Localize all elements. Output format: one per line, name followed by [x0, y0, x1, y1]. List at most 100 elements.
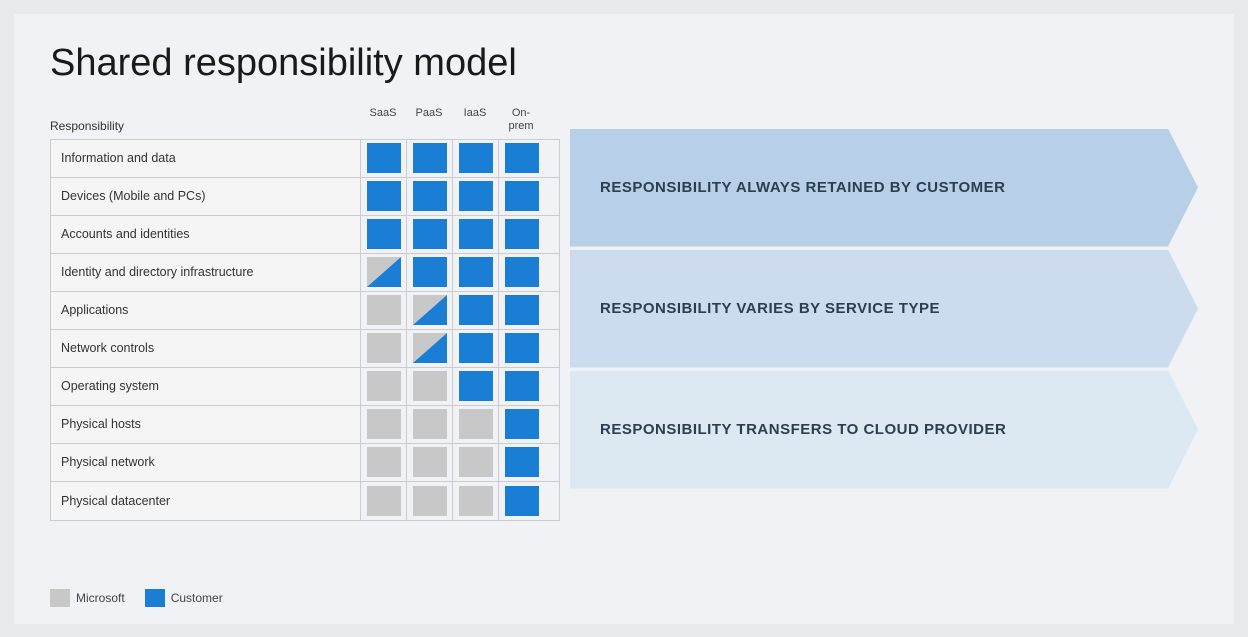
- cell-inner-blue: [459, 257, 493, 287]
- arrows-area: RESPONSIBILITY ALWAYS RETAINED BY CUSTOM…: [570, 129, 1198, 509]
- table-area: Responsibility SaaS PaaS IaaS On-prem In…: [50, 107, 560, 577]
- row-label: Physical hosts: [51, 406, 361, 443]
- cell: [499, 330, 545, 367]
- legend: Microsoft Customer: [50, 589, 1198, 607]
- col-header-iaas: IaaS: [452, 107, 498, 133]
- cell: [453, 330, 499, 367]
- cell: [407, 368, 453, 405]
- table-row: Physical hosts: [51, 406, 559, 444]
- cell-inner-blue: [505, 409, 539, 439]
- row-label: Applications: [51, 292, 361, 329]
- cell-inner-blue: [413, 219, 447, 249]
- cell-inner-blue: [505, 447, 539, 477]
- cell-inner-blue: [459, 181, 493, 211]
- cell-inner-gray: [367, 295, 401, 325]
- slide-title: Shared responsibility model: [50, 42, 1198, 85]
- cell: [453, 254, 499, 291]
- legend-microsoft-label: Microsoft: [76, 591, 125, 605]
- cell-inner-blue: [505, 295, 539, 325]
- cell-inner-half: [367, 257, 401, 287]
- cell-inner-gray: [459, 409, 493, 439]
- cell: [407, 292, 453, 329]
- slide: Shared responsibility model Responsibili…: [14, 14, 1234, 624]
- arrow-always-customer: RESPONSIBILITY ALWAYS RETAINED BY CUSTOM…: [570, 129, 1198, 247]
- row-label: Operating system: [51, 368, 361, 405]
- cell: [499, 482, 545, 520]
- arrow-always-customer-text: RESPONSIBILITY ALWAYS RETAINED BY CUSTOM…: [600, 179, 1006, 196]
- col-header-paas: PaaS: [406, 107, 452, 133]
- cell-inner-gray: [459, 486, 493, 516]
- cell: [453, 406, 499, 443]
- cell-inner-gray: [413, 409, 447, 439]
- row-label: Accounts and identities: [51, 216, 361, 253]
- cell-inner-gray: [413, 486, 447, 516]
- legend-microsoft: Microsoft: [50, 589, 125, 607]
- row-label-header: Responsibility: [50, 119, 360, 133]
- cell: [407, 482, 453, 520]
- cell-inner-blue: [367, 143, 401, 173]
- table-row: Physical datacenter: [51, 482, 559, 520]
- table-header: Responsibility SaaS PaaS IaaS On-prem: [50, 107, 560, 137]
- cell: [361, 178, 407, 215]
- cell: [361, 140, 407, 177]
- row-cells: [361, 140, 557, 177]
- cell: [453, 482, 499, 520]
- cell-inner-blue: [505, 181, 539, 211]
- cell: [407, 216, 453, 253]
- table-row: Accounts and identities: [51, 216, 559, 254]
- row-cells: [361, 178, 557, 215]
- cell-inner-gray: [413, 447, 447, 477]
- cell: [453, 140, 499, 177]
- cell: [407, 254, 453, 291]
- table-row: Applications: [51, 292, 559, 330]
- cell-inner-blue: [413, 257, 447, 287]
- arrow-varies: RESPONSIBILITY VARIES BY SERVICE TYPE: [570, 250, 1198, 368]
- cell: [499, 178, 545, 215]
- cell: [361, 254, 407, 291]
- cell-inner-blue: [413, 143, 447, 173]
- col-header-saas: SaaS: [360, 107, 406, 133]
- legend-microsoft-box: [50, 589, 70, 607]
- cell: [361, 406, 407, 443]
- cell: [361, 482, 407, 520]
- cell-inner-gray: [367, 447, 401, 477]
- cell: [453, 444, 499, 481]
- cell: [361, 216, 407, 253]
- cell-inner-blue: [505, 333, 539, 363]
- cell: [361, 330, 407, 367]
- cell-inner-blue: [367, 219, 401, 249]
- row-cells: [361, 330, 557, 367]
- cell: [453, 368, 499, 405]
- cell: [453, 292, 499, 329]
- cell: [499, 368, 545, 405]
- legend-customer-label: Customer: [171, 591, 223, 605]
- row-cells: [361, 482, 557, 520]
- cell-inner-blue: [505, 371, 539, 401]
- cell: [407, 178, 453, 215]
- cell: [361, 368, 407, 405]
- legend-customer: Customer: [145, 589, 223, 607]
- row-cells: [361, 444, 557, 481]
- legend-customer-box: [145, 589, 165, 607]
- table-row: Physical network: [51, 444, 559, 482]
- cell-inner-blue: [459, 219, 493, 249]
- cell-inner-blue: [367, 181, 401, 211]
- cell-inner-gray: [459, 447, 493, 477]
- cell-inner-half: [413, 295, 447, 325]
- row-label: Identity and directory infrastructure: [51, 254, 361, 291]
- cell-inner-blue: [505, 486, 539, 516]
- cell-inner-gray: [367, 333, 401, 363]
- cell-inner-blue: [459, 143, 493, 173]
- cell: [361, 292, 407, 329]
- cell: [499, 406, 545, 443]
- row-label: Network controls: [51, 330, 361, 367]
- cell: [407, 406, 453, 443]
- cell: [499, 444, 545, 481]
- cell: [453, 178, 499, 215]
- row-cells: [361, 368, 557, 405]
- row-label: Devices (Mobile and PCs): [51, 178, 361, 215]
- table-row: Devices (Mobile and PCs): [51, 178, 559, 216]
- cell-inner-gray: [367, 409, 401, 439]
- table-row: Operating system: [51, 368, 559, 406]
- table-row: Network controls: [51, 330, 559, 368]
